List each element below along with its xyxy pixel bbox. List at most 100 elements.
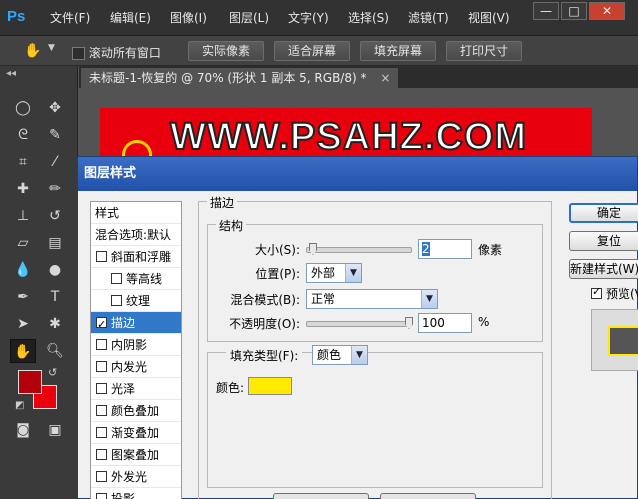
styles-list: 样式 混合选项:默认 斜面和浮雕等高线纹理描边内阴影内发光光泽颜色叠加渐变叠加图… — [90, 201, 182, 499]
style-item[interactable]: 等高线 — [91, 268, 181, 290]
swap-colors-icon[interactable]: ↺ — [48, 366, 57, 379]
style-checkbox[interactable] — [96, 449, 107, 460]
styles-header[interactable]: 样式 — [91, 202, 181, 224]
style-checkbox[interactable] — [96, 427, 107, 438]
zoom-icon[interactable]: 🔍︎ — [42, 339, 68, 363]
collapse-panel-icon[interactable]: ◂◂ — [6, 68, 16, 79]
scroll-all-windows-checkbox[interactable] — [72, 47, 85, 60]
style-checkbox[interactable] — [96, 361, 107, 372]
healing-brush-icon[interactable]: ✚ — [10, 177, 36, 201]
style-item[interactable]: 颜色叠加 — [91, 400, 181, 422]
gradient-icon[interactable]: ▤ — [42, 231, 68, 255]
style-checkbox[interactable] — [96, 339, 107, 350]
menu-type[interactable]: 文字(Y) — [288, 9, 329, 27]
size-label: 大小(S): — [254, 243, 300, 257]
stroke-panel: 描边 结构 大小(S): 2 像素 位置(P): 外部 ▼ 混合模式(B): 正… — [198, 194, 552, 499]
preview-checkbox[interactable] — [591, 285, 602, 299]
minimize-button[interactable]: — — [533, 2, 559, 20]
chevron-down-icon: ▼ — [421, 290, 437, 308]
style-checkbox[interactable] — [96, 405, 107, 416]
style-checkbox[interactable] — [96, 471, 107, 482]
style-item[interactable]: 投影 — [91, 488, 181, 499]
style-item[interactable]: 内发光 — [91, 356, 181, 378]
maximize-button[interactable]: □ — [561, 2, 587, 20]
make-default-button[interactable] — [273, 493, 369, 499]
print-size-button[interactable]: 打印尺寸 — [446, 41, 522, 61]
reset-button[interactable]: 复位 — [569, 231, 638, 251]
brush-icon[interactable]: ✏ — [42, 177, 68, 201]
actual-pixels-button[interactable]: 实际像素 — [188, 41, 264, 61]
move-icon[interactable]: ✥ — [42, 96, 68, 120]
preview-option[interactable]: 预览(V) — [591, 285, 638, 302]
style-checkbox[interactable] — [96, 314, 107, 336]
screen-mode-icon[interactable]: ▣ — [42, 418, 68, 442]
style-item-label: 描边 — [111, 316, 136, 330]
style-item[interactable]: 光泽 — [91, 378, 181, 400]
style-item[interactable]: 斜面和浮雕 — [91, 246, 181, 268]
elliptical-marquee-icon[interactable]: ◯ — [10, 96, 36, 120]
blend-mode-label: 混合模式(B): — [230, 293, 300, 307]
opacity-input[interactable]: 100 — [418, 313, 472, 333]
menu-select[interactable]: 选择(S) — [348, 9, 389, 27]
position-select[interactable]: 外部 ▼ — [306, 263, 362, 283]
fit-screen-button[interactable]: 适合屏幕 — [274, 41, 350, 61]
style-item[interactable]: 纹理 — [91, 290, 181, 312]
new-style-button[interactable]: 新建样式(W)... — [569, 259, 638, 279]
blend-options-item[interactable]: 混合选项:默认 — [91, 224, 181, 246]
style-checkbox[interactable] — [96, 493, 107, 499]
size-input[interactable]: 2 — [418, 239, 472, 259]
crop-icon[interactable]: ⌗ — [10, 150, 36, 174]
style-checkbox[interactable] — [96, 383, 107, 394]
menu-view[interactable]: 视图(V) — [468, 9, 510, 27]
menu-image[interactable]: 图像(I) — [170, 9, 207, 27]
style-checkbox[interactable] — [96, 251, 107, 262]
reset-default-button[interactable] — [380, 493, 476, 499]
history-brush-icon[interactable]: ↺ — [42, 204, 68, 228]
opacity-slider[interactable] — [306, 317, 413, 329]
eyedropper-icon[interactable]: ⁄ — [42, 150, 68, 174]
quick-mask-icon[interactable]: ◙ — [10, 418, 36, 442]
clone-stamp-icon[interactable]: ⊥ — [10, 204, 36, 228]
scroll-all-windows-option[interactable]: 滚动所有窗口 — [72, 44, 161, 61]
blend-mode-select[interactable]: 正常 ▼ — [306, 289, 438, 309]
style-item[interactable]: 图案叠加 — [91, 444, 181, 466]
size-slider-thumb[interactable] — [308, 243, 317, 255]
blur-icon[interactable]: 💧 — [10, 258, 36, 282]
stroke-color-swatch[interactable] — [248, 377, 292, 395]
path-select-icon[interactable]: ➤ — [10, 312, 36, 336]
style-checkbox[interactable] — [111, 295, 122, 306]
custom-shape-icon[interactable]: ✱ — [42, 312, 68, 336]
style-item[interactable]: 渐变叠加 — [91, 422, 181, 444]
menu-file[interactable]: 文件(F) — [50, 9, 90, 27]
close-window-button[interactable]: ✕ — [589, 2, 625, 20]
hand-tool-preset-icon[interactable]: ✋ — [20, 39, 46, 63]
foreground-color-swatch[interactable] — [18, 370, 42, 394]
position-label: 位置(P): — [255, 267, 300, 281]
preview-swatch — [608, 326, 638, 356]
dialog-title: 图层样式 — [78, 157, 637, 191]
eraser-icon[interactable]: ▱ — [10, 231, 36, 255]
pen-icon[interactable]: ✒ — [10, 285, 36, 309]
fill-screen-button[interactable]: 填充屏幕 — [360, 41, 436, 61]
ok-button[interactable]: 确定 — [569, 203, 638, 223]
style-checkbox[interactable] — [111, 273, 122, 284]
menu-bar: Ps 文件(F) 编辑(E) 图像(I) 图层(L) 文字(Y) 选择(S) 滤… — [0, 0, 638, 36]
style-item[interactable]: 外发光 — [91, 466, 181, 488]
fill-type-select[interactable]: 颜色 ▼ — [312, 345, 368, 365]
document-tab[interactable]: 未标题-1-恢复的 @ 70% (形状 1 副本 5, RGB/8) * × — [81, 68, 399, 88]
style-item[interactable]: 内阴影 — [91, 334, 181, 356]
style-item[interactable]: 描边 — [91, 312, 181, 336]
lasso-icon[interactable]: ᘓ — [10, 123, 36, 147]
menu-filter[interactable]: 滤镜(T) — [408, 9, 449, 27]
type-icon[interactable]: T — [42, 285, 68, 309]
size-slider[interactable] — [306, 243, 412, 255]
opacity-slider-thumb[interactable] — [405, 317, 413, 329]
dodge-icon[interactable]: ● — [42, 258, 68, 282]
default-colors-icon[interactable]: ◩ — [15, 400, 24, 411]
close-tab-icon[interactable]: × — [380, 71, 390, 85]
hand-icon[interactable]: ✋ — [10, 339, 36, 363]
menu-edit[interactable]: 编辑(E) — [110, 9, 151, 27]
quick-select-icon[interactable]: ✎ — [42, 123, 68, 147]
menu-layer[interactable]: 图层(L) — [229, 9, 269, 27]
chevron-down-icon[interactable]: ▼ — [48, 43, 55, 53]
